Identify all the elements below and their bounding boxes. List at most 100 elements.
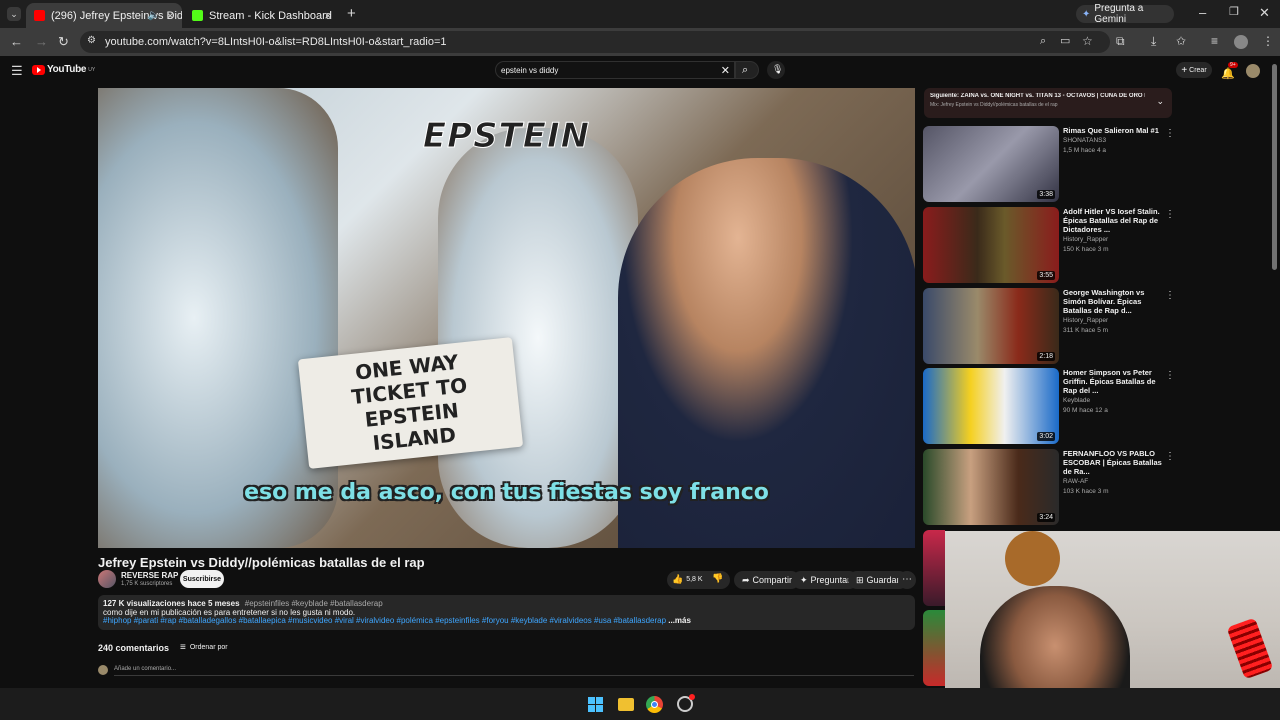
page-scrollbar[interactable]	[1272, 64, 1277, 270]
related-video[interactable]: 2:18 George Washington vs Simón Bolívar.…	[923, 288, 1175, 366]
related-channel[interactable]: RAW-AF	[1063, 478, 1163, 486]
video-thumbnail[interactable]: 3:38	[923, 126, 1059, 202]
tab-search-icon[interactable]: ⌄	[7, 7, 21, 21]
share-icon: ➦	[742, 574, 750, 585]
related-channel[interactable]: Keyblade	[1063, 397, 1163, 405]
browser-menu-icon[interactable]: ⋮	[1262, 35, 1274, 47]
mic-icon: 🎙	[772, 64, 784, 74]
taskbar-app-icon[interactable]	[677, 694, 695, 712]
forward-icon[interactable]: →	[35, 35, 48, 48]
description-box[interactable]: 127 K visualizaciones hace 5 meses #epst…	[98, 595, 915, 630]
comment-avatar	[98, 665, 108, 675]
more-vert-icon[interactable]: ⋮	[1165, 290, 1175, 301]
tab-kick[interactable]: Stream - Kick Dashboard ×	[184, 3, 340, 28]
minimize-icon[interactable]: –	[1199, 6, 1206, 19]
video-meta: Rimas Que Salieron Mal #1 SHONATANS3 1,5…	[1063, 126, 1163, 155]
related-video[interactable]: 3:55 Adolf Hitler VS Iosef Stalin. Épica…	[923, 207, 1175, 285]
youtube-country-code: UY	[88, 66, 96, 73]
more-actions-button[interactable]: ⋯	[898, 571, 916, 589]
dislike-button[interactable]: 👎	[712, 573, 723, 584]
reload-icon[interactable]: ↻	[58, 35, 69, 48]
create-button[interactable]: + Crear	[1176, 62, 1212, 78]
close-icon[interactable]: ×	[324, 8, 332, 23]
video-ticket: ONE WAY TICKET TO EPSTEIN ISLAND	[297, 337, 524, 469]
related-channel[interactable]: History_Rapper	[1063, 317, 1163, 325]
related-title[interactable]: Homer Simpson vs Peter Griffin. Épicas B…	[1063, 368, 1163, 395]
comment-input[interactable]: Añade un comentario...	[114, 666, 914, 676]
video-duration: 3:24	[1037, 513, 1055, 522]
bookmark-star-icon[interactable]: ☆	[1082, 35, 1093, 47]
app-badge	[689, 694, 695, 700]
more-vert-icon[interactable]: ⋮	[1165, 370, 1175, 381]
channel-avatar[interactable]	[98, 570, 116, 588]
notifications-button[interactable]: 🔔 9+	[1221, 62, 1238, 80]
youtube-logo[interactable]: YouTube UY	[32, 64, 95, 75]
more-vert-icon[interactable]: ⋮	[1165, 451, 1175, 462]
related-title[interactable]: FERNANFLOO VS PABLO ESCOBAR | Épicas Bat…	[1063, 449, 1163, 476]
new-tab-icon[interactable]: +	[347, 6, 356, 21]
related-video[interactable]: 3:38 Rimas Que Salieron Mal #1 SHONATANS…	[923, 126, 1175, 204]
bell-icon: 🔔	[1221, 68, 1235, 80]
tab-audio-icon[interactable]: 🔈	[148, 10, 160, 21]
cast-icon[interactable]: ▭	[1060, 36, 1070, 47]
file-explorer-icon[interactable]	[618, 698, 634, 711]
description-more[interactable]: ...más	[668, 617, 691, 625]
video-thumbnail[interactable]: 3:24	[923, 449, 1059, 525]
partial-thumbnail[interactable]	[923, 530, 945, 606]
related-video[interactable]: 3:02 Homer Simpson vs Peter Griffin. Épi…	[923, 368, 1175, 446]
webcam-guitar	[1005, 531, 1060, 586]
related-channel[interactable]: History_Rapper	[1063, 236, 1163, 244]
ask-label: Preguntar	[810, 575, 851, 585]
video-subtitle: eso me da asco, con tus fiestas soy fran…	[244, 480, 769, 505]
share-button[interactable]: ➦ Compartir	[734, 571, 801, 589]
reading-list-icon[interactable]: ≡	[1211, 35, 1218, 47]
channel-name[interactable]: REVERSE RAP	[121, 571, 178, 580]
youtube-play-icon	[32, 64, 45, 75]
bookmarks-icon[interactable]: ✩	[1176, 35, 1186, 47]
yt-profile-avatar[interactable]	[1246, 64, 1260, 78]
sort-icon: ≡	[180, 642, 186, 653]
url-text[interactable]: youtube.com/watch?v=8LIntsH0I-o&list=RD8…	[105, 36, 446, 48]
video-player[interactable]: ONE WAY TICKET TO EPSTEIN ISLAND EPSTEIN…	[98, 88, 915, 548]
subscribe-button[interactable]: Suscribirse	[180, 570, 224, 588]
search-input[interactable]: epstein vs diddy ✕	[495, 61, 735, 79]
playlist-header[interactable]: Siguiente: ZAINA vs. ONE NIGHT vs. TITAN…	[924, 88, 1172, 118]
related-title[interactable]: Adolf Hitler VS Iosef Stalin. Épicas Bat…	[1063, 207, 1163, 234]
youtube-logo-text: YouTube	[47, 64, 87, 75]
close-icon[interactable]: ×	[166, 8, 174, 23]
related-channel[interactable]: SHONATANS3	[1063, 137, 1163, 145]
video-overlay-title: EPSTEIN	[422, 116, 591, 157]
maximize-icon[interactable]: ❐	[1229, 7, 1239, 18]
window-close-icon[interactable]: ✕	[1259, 6, 1270, 19]
windows-start-icon[interactable]	[588, 697, 603, 712]
comments-count: 240 comentarios	[98, 643, 170, 653]
more-vert-icon[interactable]: ⋮	[1165, 128, 1175, 139]
hamburger-menu-icon[interactable]: ☰	[11, 64, 23, 77]
voice-search-button[interactable]: 🎙	[767, 61, 785, 79]
more-vert-icon[interactable]: ⋮	[1165, 209, 1175, 220]
download-icon[interactable]: ⤓	[1151, 35, 1156, 47]
video-title: Jefrey Epstein vs Diddy//polémicas batal…	[98, 555, 425, 570]
zoom-icon[interactable]: ⌕	[1040, 36, 1046, 47]
sort-button[interactable]: ≡ Ordenar por	[180, 642, 228, 653]
related-title[interactable]: Rimas Que Salieron Mal #1	[1063, 126, 1163, 135]
gemini-button[interactable]: ✦ Pregunta a Gemini	[1076, 3, 1174, 25]
site-info-icon[interactable]: ⚙	[87, 36, 96, 46]
profile-avatar[interactable]	[1234, 35, 1248, 49]
related-title[interactable]: George Washington vs Simón Bolívar. Épic…	[1063, 288, 1163, 315]
create-label: Crear	[1189, 66, 1207, 74]
extensions-icon[interactable]: ⧉	[1116, 35, 1125, 47]
partial-thumbnail[interactable]	[923, 610, 945, 686]
video-thumbnail[interactable]: 2:18	[923, 288, 1059, 364]
back-icon[interactable]: ←	[10, 35, 23, 48]
chevron-down-icon[interactable]: ⌄	[1156, 96, 1164, 107]
video-thumbnail[interactable]: 3:02	[923, 368, 1059, 444]
chrome-taskbar-icon[interactable]	[646, 696, 663, 713]
video-thumbnail[interactable]: 3:55	[923, 207, 1059, 283]
related-video[interactable]: 3:24 FERNANFLOO VS PABLO ESCOBAR | Épica…	[923, 449, 1175, 527]
browser-tab-bar: ⌄ (296) Jefrey Epstein vs Didd 🔈 × Strea…	[0, 0, 1280, 28]
clear-search-icon[interactable]: ✕	[721, 64, 730, 77]
like-button[interactable]: 👍 5,8 K	[672, 574, 703, 585]
search-button[interactable]: ⌕	[735, 61, 759, 79]
tab-youtube[interactable]: (296) Jefrey Epstein vs Didd 🔈 ×	[26, 3, 182, 28]
